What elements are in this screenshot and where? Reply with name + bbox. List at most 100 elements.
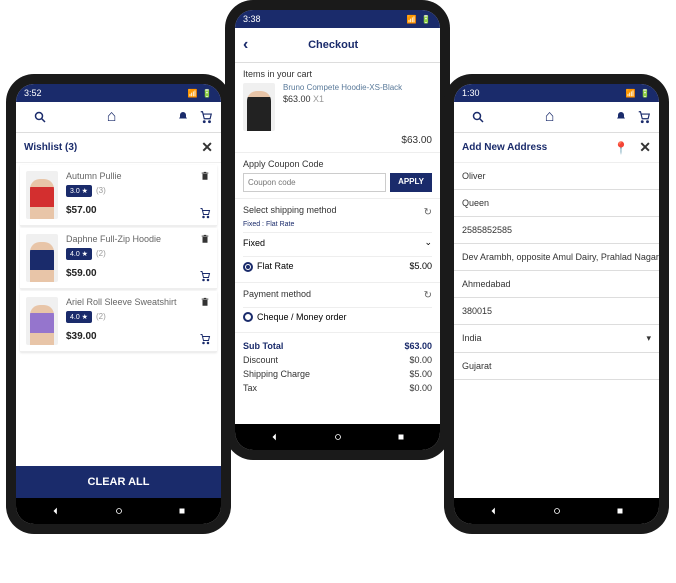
page-title: Checkout [256, 39, 410, 51]
total-value: $63.00 [404, 341, 432, 351]
android-navbar [235, 424, 440, 450]
address-header: Add New Address 📍 ✕ [454, 133, 659, 163]
logo-icon[interactable]: ⌂ [545, 108, 555, 126]
rating-count: (3) [96, 186, 106, 195]
search-icon[interactable] [34, 111, 46, 123]
total-label: Tax [243, 383, 257, 393]
cart-icon[interactable] [199, 110, 213, 124]
street-field[interactable]: Dev Arambh, opposite Amul Dairy, Prahlad… [454, 244, 659, 271]
android-navbar [454, 498, 659, 524]
close-icon[interactable]: ✕ [201, 139, 213, 156]
total-label: Shipping Charge [243, 369, 310, 379]
wishlist-item[interactable]: Daphne Full-Zip Hoodie 4.0 ★ (2) $59.00 [20, 228, 217, 289]
time: 1:30 [462, 88, 480, 98]
section-title: Select shipping method [243, 205, 337, 215]
product-name: Autumn Pullie [66, 171, 199, 181]
product-name: Bruno Compete Hoodie-XS-Black [283, 83, 432, 92]
product-price: $39.00 [66, 331, 199, 342]
trash-icon[interactable] [200, 297, 210, 307]
wishlist-header: Wishlist (3) ✕ [16, 133, 221, 163]
total-label: Sub Total [243, 341, 283, 351]
logo-icon[interactable]: ⌂ [107, 108, 117, 126]
shipping-label: Fixed [243, 238, 265, 248]
rating-badge: 4.0 ★ [66, 311, 92, 323]
bell-icon[interactable] [615, 111, 627, 123]
android-navbar [16, 498, 221, 524]
unit-price: $63.00 [283, 94, 311, 104]
cart-section: Items in your cart Bruno Compete Hoodie-… [235, 63, 440, 153]
product-image [26, 297, 58, 345]
chevron-down-icon[interactable]: ⌄ [424, 237, 432, 248]
location-icon[interactable]: 📍 [614, 141, 629, 155]
nav-back-icon[interactable] [51, 506, 61, 516]
status-icons: 📶 🔋 [188, 89, 213, 98]
clear-all-button[interactable]: CLEAR ALL [16, 466, 221, 498]
trash-icon[interactable] [200, 171, 210, 181]
app-toolbar: ⌂ [454, 102, 659, 133]
section-title: Apply Coupon Code [243, 159, 432, 169]
shipping-fixed-label: Fixed : Flat Rate [243, 221, 432, 228]
section-title: Items in your cart [243, 69, 432, 79]
total-value: $0.00 [409, 383, 432, 393]
status-bar: 3:38 📶 🔋 [235, 10, 440, 28]
wishlist-item[interactable]: Ariel Roll Sleeve Sweatshirt 4.0 ★ (2) $3… [20, 291, 217, 352]
rating-count: (2) [96, 312, 106, 321]
close-icon[interactable]: ✕ [639, 139, 651, 155]
quantity: X1 [313, 94, 324, 104]
add-cart-icon[interactable] [199, 333, 211, 345]
coupon-section: Apply Coupon Code APPLY [235, 153, 440, 199]
firstname-field[interactable]: Oliver [454, 163, 659, 190]
nav-back-icon[interactable] [270, 432, 280, 442]
section-title: Payment method [243, 289, 311, 299]
dropdown-icon: ▾ [646, 333, 651, 344]
status-bar: 1:30 📶 🔋 [454, 84, 659, 102]
rating-count: (2) [96, 249, 106, 258]
search-icon[interactable] [472, 111, 484, 123]
add-cart-icon[interactable] [199, 207, 211, 219]
nav-home-icon[interactable] [552, 506, 562, 516]
coupon-input[interactable] [243, 173, 386, 192]
time: 3:52 [24, 88, 42, 98]
cart-icon[interactable] [637, 110, 651, 124]
nav-recent-icon[interactable] [396, 432, 406, 442]
product-image [243, 83, 275, 131]
product-name: Ariel Roll Sleeve Sweatshirt [66, 297, 199, 307]
payment-section: Payment method ↻ Cheque / Money order [235, 283, 440, 334]
nav-home-icon[interactable] [114, 506, 124, 516]
total-value: $0.00 [409, 355, 432, 365]
refresh-icon[interactable]: ↻ [424, 207, 432, 218]
status-icons: 📶 🔋 [407, 15, 432, 24]
bell-icon[interactable] [177, 111, 189, 123]
nav-home-icon[interactable] [333, 432, 343, 442]
checkout-header: ‹ Checkout [235, 28, 440, 63]
total-label: Discount [243, 355, 278, 365]
trash-icon[interactable] [200, 234, 210, 244]
back-icon[interactable]: ‹ [243, 36, 248, 54]
product-image [26, 171, 58, 219]
refresh-icon[interactable]: ↻ [424, 290, 432, 301]
zip-field[interactable]: 380015 [454, 298, 659, 325]
lastname-field[interactable]: Queen [454, 190, 659, 217]
product-name: Daphne Full-Zip Hoodie [66, 234, 199, 244]
apply-button[interactable]: APPLY [390, 173, 432, 192]
product-price: $57.00 [66, 205, 199, 216]
status-icons: 📶 🔋 [626, 89, 651, 98]
page-title: Add New Address [462, 142, 547, 153]
state-field[interactable]: Gujarat [454, 353, 659, 380]
shipping-section: Select shipping method ↻ Fixed : Flat Ra… [235, 199, 440, 283]
nav-recent-icon[interactable] [177, 506, 187, 516]
wishlist-item[interactable]: Autumn Pullie 3.0 ★(3) $57.00 [20, 165, 217, 226]
payment-option: Cheque / Money order [257, 312, 347, 322]
rating-badge: 4.0 ★ [66, 248, 92, 260]
nav-recent-icon[interactable] [615, 506, 625, 516]
nav-back-icon[interactable] [489, 506, 499, 516]
city-field[interactable]: Ahmedabad [454, 271, 659, 298]
radio-icon[interactable] [243, 262, 253, 272]
shipping-price: $5.00 [409, 261, 432, 271]
radio-icon[interactable] [243, 312, 253, 322]
product-price: $59.00 [66, 268, 199, 279]
app-toolbar: ⌂ [16, 102, 221, 133]
country-field[interactable]: India▾ [454, 325, 659, 353]
phone-field[interactable]: 2585852585 [454, 217, 659, 244]
add-cart-icon[interactable] [199, 270, 211, 282]
